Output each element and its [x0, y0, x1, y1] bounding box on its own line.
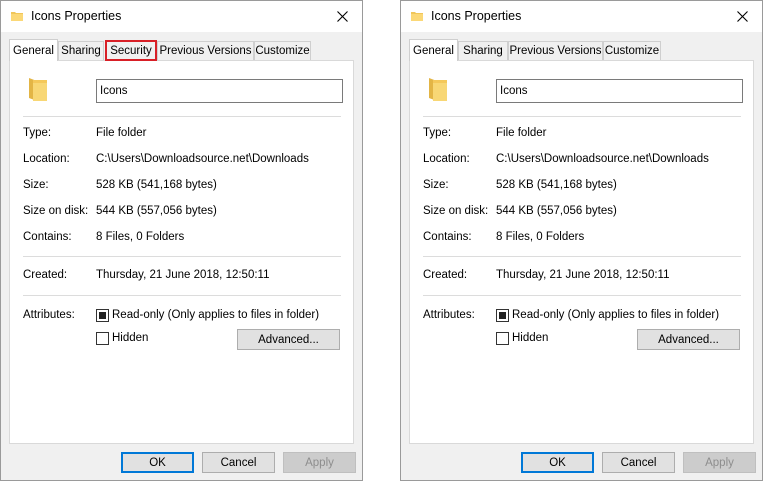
tab-customize[interactable]: Customize [603, 41, 661, 60]
readonly-checkbox[interactable] [96, 309, 109, 322]
folder-icon [11, 12, 23, 21]
separator [423, 116, 741, 117]
general-panel: Type: File folder Location: C:\Users\Dow… [409, 60, 754, 444]
size-on-disk-value: 544 KB (557,056 bytes) [96, 205, 217, 217]
location-label: Location: [23, 153, 70, 165]
attributes-label: Attributes: [23, 309, 75, 321]
size-on-disk-label: Size on disk: [423, 205, 489, 217]
folder-icon [29, 78, 47, 101]
separator [23, 295, 341, 296]
readonly-label: Read-only (Only applies to files in fold… [512, 309, 720, 321]
tab-general[interactable]: General [9, 39, 58, 61]
window-title: Icons Properties [431, 9, 522, 23]
properties-dialog-left: Icons Properties General Sharing Securit… [0, 0, 363, 481]
type-value: File folder [496, 127, 547, 139]
tab-security[interactable]: Security [105, 40, 157, 61]
close-icon [336, 11, 348, 22]
size-label: Size: [423, 179, 449, 191]
title-bar: Icons Properties [401, 1, 762, 32]
separator [23, 256, 341, 257]
readonly-checkbox[interactable] [496, 309, 509, 322]
contains-value: 8 Files, 0 Folders [96, 231, 185, 243]
type-label: Type: [23, 127, 52, 139]
location-value: C:\Users\Downloadsource.net\Downloads [496, 153, 709, 165]
size-on-disk-label: Size on disk: [23, 205, 89, 217]
tab-previous-versions[interactable]: Previous Versions [157, 41, 254, 60]
advanced-button[interactable]: Advanced... [237, 329, 340, 350]
close-button[interactable] [322, 1, 362, 32]
apply-button[interactable]: Apply [283, 452, 356, 473]
size-label: Size: [23, 179, 49, 191]
created-label: Created: [23, 269, 68, 281]
folder-icon [429, 78, 447, 101]
cancel-button[interactable]: Cancel [602, 452, 675, 473]
hidden-label: Hidden [512, 332, 549, 344]
general-panel: Type: File folder Location: C:\Users\Dow… [9, 60, 354, 444]
tab-strip: General Sharing Security Previous Versio… [9, 39, 349, 61]
tab-sharing[interactable]: Sharing [458, 41, 508, 60]
window-title: Icons Properties [31, 9, 122, 23]
created-value: Thursday, 21 June 2018, 12:50:11 [96, 269, 270, 281]
separator [23, 116, 341, 117]
tab-sharing[interactable]: Sharing [58, 41, 104, 60]
separator [423, 256, 741, 257]
size-value: 528 KB (541,168 bytes) [496, 179, 617, 191]
size-value: 528 KB (541,168 bytes) [96, 179, 217, 191]
apply-button[interactable]: Apply [683, 452, 756, 473]
hidden-checkbox[interactable] [496, 332, 509, 345]
readonly-label: Read-only (Only applies to files in fold… [112, 309, 320, 321]
close-button[interactable] [722, 1, 762, 32]
size-on-disk-value: 544 KB (557,056 bytes) [496, 205, 617, 217]
created-value: Thursday, 21 June 2018, 12:50:11 [496, 269, 670, 281]
properties-dialog-right: Icons Properties General Sharing Previou… [400, 0, 763, 481]
title-bar: Icons Properties [1, 1, 362, 32]
folder-name-field[interactable] [96, 79, 343, 103]
cancel-button[interactable]: Cancel [202, 452, 275, 473]
location-label: Location: [423, 153, 470, 165]
hidden-checkbox[interactable] [96, 332, 109, 345]
tab-customize[interactable]: Customize [254, 41, 311, 60]
tab-strip: General Sharing Previous Versions Custom… [409, 39, 749, 61]
contains-value: 8 Files, 0 Folders [496, 231, 585, 243]
type-label: Type: [423, 127, 452, 139]
tab-previous-versions[interactable]: Previous Versions [508, 41, 603, 60]
hidden-label: Hidden [112, 332, 149, 344]
separator [423, 295, 741, 296]
attributes-label: Attributes: [423, 309, 475, 321]
type-value: File folder [96, 127, 147, 139]
ok-button[interactable]: OK [121, 452, 194, 473]
contains-label: Contains: [423, 231, 472, 243]
folder-icon [411, 12, 423, 21]
location-value: C:\Users\Downloadsource.net\Downloads [96, 153, 309, 165]
contains-label: Contains: [23, 231, 72, 243]
advanced-button[interactable]: Advanced... [637, 329, 740, 350]
tab-general[interactable]: General [409, 39, 458, 61]
folder-name-field[interactable] [496, 79, 743, 103]
ok-button[interactable]: OK [521, 452, 594, 473]
close-icon [736, 11, 748, 22]
created-label: Created: [423, 269, 468, 281]
